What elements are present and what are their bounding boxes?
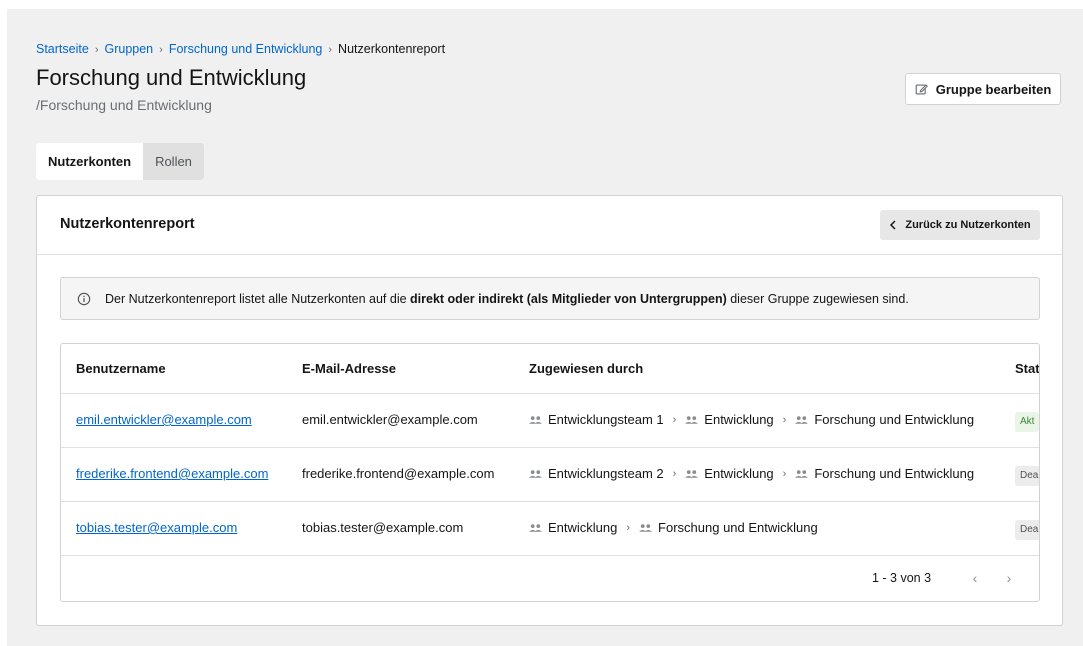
assignment-path: Entwicklungsteam 1 › Entwicklung › Forsc… [529, 393, 974, 447]
back-to-accounts-button[interactable]: Zurück zu Nutzerkonten [880, 210, 1040, 240]
users-icon [685, 416, 699, 424]
tab-nutzerkonten[interactable]: Nutzerkonten [36, 143, 144, 180]
path-group[interactable]: Entwicklung [548, 501, 617, 555]
group-path: /Forschung und Entwicklung [36, 97, 212, 113]
status-badge: Dea [1015, 520, 1039, 540]
users-icon [529, 524, 542, 532]
path-group[interactable]: Forschung und Entwicklung [658, 501, 818, 555]
info-text-start: Der Nutzerkontenreport listet alle Nutze… [105, 291, 411, 306]
users-icon [529, 470, 542, 478]
status-badge: Dea [1015, 466, 1039, 486]
info-text: Der Nutzerkontenreport listet alle Nutze… [105, 292, 909, 306]
path-chevron-icon: › [672, 414, 677, 426]
path-chevron-icon: › [782, 414, 787, 426]
table-row: emil.entwickler@example.com emil.entwick… [61, 393, 1039, 448]
username-link[interactable]: emil.entwickler@example.com [76, 412, 252, 427]
info-alert: Der Nutzerkontenreport listet alle Nutze… [60, 277, 1040, 320]
column-header-email[interactable]: E-Mail-Adresse [302, 344, 396, 393]
breadcrumb: Startseite › Gruppen › Forschung und Entwick… [36, 42, 445, 56]
previous-page-button[interactable]: ‹ [965, 555, 985, 601]
path-chevron-icon: › [782, 468, 787, 480]
breadcrumb-item-startseite[interactable]: Startseite [36, 42, 89, 56]
users-icon [529, 416, 542, 424]
edit-icon [915, 83, 928, 95]
table-header-row: Benutzername E-Mail-Adresse Zugewiesen d… [61, 344, 1039, 394]
path-group[interactable]: Entwicklung [704, 447, 773, 501]
next-page-button[interactable]: › [999, 555, 1019, 601]
users-icon [639, 524, 653, 532]
tab-rollen[interactable]: Rollen [143, 143, 204, 180]
email-cell: emil.entwickler@example.com [302, 412, 478, 427]
breadcrumb-item-current: Nutzerkontenreport [338, 42, 446, 56]
page-title: Forschung und Entwicklung [36, 65, 307, 90]
path-chevron-icon: › [626, 522, 631, 534]
table-row: tobias.tester@example.com tobias.tester@… [61, 501, 1039, 556]
path-chevron-icon: › [672, 468, 677, 480]
info-icon [77, 292, 91, 305]
users-icon [685, 470, 699, 478]
column-header-assigned-via[interactable]: Zugewiesen durch [529, 344, 643, 393]
edit-group-label: Gruppe bearbeiten [935, 81, 1052, 97]
path-group[interactable]: Forschung und Entwicklung [814, 393, 974, 447]
info-text-end: dieser Gruppe zugewiesen sind. [726, 291, 909, 306]
assignment-path: Entwicklung › Forschung und Entwicklung [529, 501, 818, 555]
edit-group-button[interactable]: Gruppe bearbeiten [905, 73, 1061, 105]
path-group[interactable]: Entwicklungsteam 2 [548, 447, 664, 501]
accounts-table: Benutzername E-Mail-Adresse Zugewiesen d… [60, 343, 1040, 602]
report-card: Nutzerkontenreport Zurück zu Nutzerkonte… [36, 195, 1063, 626]
column-header-status[interactable]: Stat [1015, 344, 1039, 393]
info-text-bold: direkt oder indirekt (als Mitglieder von… [410, 291, 727, 306]
email-cell: tobias.tester@example.com [302, 520, 464, 535]
tab-bar: Nutzerkonten Rollen [36, 143, 204, 180]
card-title: Nutzerkontenreport [60, 216, 195, 232]
breadcrumb-separator: › [159, 44, 163, 56]
pagination: 1 - 3 von 3 ‹ › [61, 555, 1039, 601]
back-label: Zurück zu Nutzerkonten [905, 219, 1031, 231]
page-background: Startseite › Gruppen › Forschung und Entwick… [7, 9, 1083, 646]
column-header-username[interactable]: Benutzername [76, 344, 166, 393]
path-group[interactable]: Entwicklung [704, 393, 773, 447]
path-group[interactable]: Entwicklungsteam 1 [548, 393, 664, 447]
pagination-info: 1 - 3 von 3 [872, 571, 932, 585]
breadcrumb-item-group[interactable]: Forschung und Entwicklung [169, 42, 323, 56]
email-cell: frederike.frontend@example.com [302, 466, 495, 481]
assignment-path: Entwicklungsteam 2 › Entwicklung › Forsc… [529, 447, 974, 501]
username-link[interactable]: frederike.frontend@example.com [76, 466, 268, 481]
status-badge: Akt [1015, 412, 1039, 432]
breadcrumb-separator: › [94, 44, 99, 56]
users-icon [795, 416, 809, 424]
chevron-left-icon [890, 220, 896, 230]
breadcrumb-item-gruppen[interactable]: Gruppen [104, 42, 153, 56]
path-group[interactable]: Forschung und Entwicklung [814, 447, 974, 501]
table-row: frederike.frontend@example.com frederike… [61, 447, 1039, 502]
users-icon [795, 470, 809, 478]
username-link[interactable]: tobias.tester@example.com [76, 520, 237, 535]
card-header: Nutzerkontenreport Zurück zu Nutzerkonte… [37, 196, 1062, 255]
breadcrumb-separator: › [328, 44, 333, 56]
